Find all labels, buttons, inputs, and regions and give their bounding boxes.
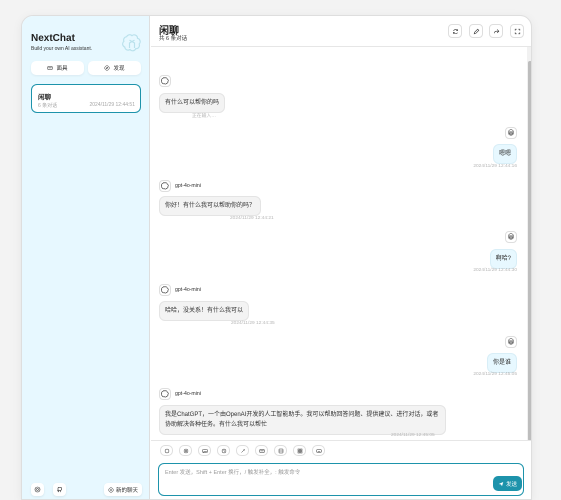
openai-logo-icon (161, 390, 169, 398)
model-name: gpt-4o-mini (175, 287, 201, 293)
chat-input-panel: 发送 (151, 440, 531, 499)
message-bubble: 我是ChatGPT，一个由OpenAI开发的人工智能助手。我可以帮助回答问题、提… (159, 405, 446, 435)
openai-logo-icon (161, 77, 169, 85)
history-icon (221, 448, 226, 453)
fullscreen-button[interactable] (510, 24, 524, 38)
chat-input[interactable] (158, 463, 524, 496)
discover-icon (104, 65, 110, 71)
bot-avatar (159, 75, 171, 87)
openai-logo-icon (122, 34, 141, 52)
image-icon (202, 448, 207, 453)
mask-button-label: 面具 (56, 66, 68, 72)
circle-icon (164, 448, 169, 453)
model-name: gpt-4o-mini (175, 391, 201, 397)
discover-button-label: 发现 (113, 66, 125, 72)
user-avatar: 😀 (505, 127, 517, 139)
chat-list-item[interactable]: 闲聊 6 条对话 2024/11/29 12:44:51 (31, 84, 141, 113)
settings-button[interactable] (31, 483, 44, 496)
new-chat-label: 新的聊天 (115, 487, 138, 494)
app-window: NextChat Build your own AI assistant. 面具… (21, 15, 532, 500)
reload-button[interactable] (448, 24, 462, 38)
user-avatar: 😀 (505, 336, 517, 348)
message-time: 2024/11/29 12:44:21 (230, 216, 274, 221)
share-button[interactable] (489, 24, 503, 38)
clear-icon (278, 448, 283, 453)
app-title: NextChat (31, 33, 75, 44)
chat-item-title: 闲聊 (38, 94, 51, 101)
message-time: 2024/11/29 12:45:05 (391, 433, 435, 438)
prompt-tool-button[interactable] (236, 445, 249, 456)
message-bubble: 有什么可以帮你的吗 (159, 93, 226, 113)
new-chat-button[interactable]: 新的聊天 (104, 483, 142, 496)
message-bubble: 哈哈，没关系！有什么我可以 (159, 301, 250, 321)
chat-item-time: 2024/11/29 12:44:51 (89, 102, 135, 108)
message-time: 2024/11/29 12:44:16 (473, 164, 517, 169)
github-icon (56, 487, 62, 493)
chat-header: 闲聊 共 6 条对话 (151, 16, 531, 47)
message-status: 正在输入… (192, 114, 216, 119)
app-subtitle: Build your own AI assistant. (31, 46, 93, 52)
mask-icon (259, 448, 264, 453)
grid-icon (297, 448, 302, 453)
message-time: 2024/11/29 12:44:30 (473, 268, 517, 273)
message-bubble: 啊哈? (489, 249, 517, 269)
bot-avatar (159, 180, 171, 192)
message-line: 我是ChatGPT，一个由OpenAI开发的人工智能助手。我可以帮助回答问题、提… (165, 412, 439, 418)
prompt-icon (240, 448, 245, 453)
bot-avatar (159, 284, 171, 296)
settings-tool-button[interactable] (179, 445, 192, 456)
send-button-label: 发送 (505, 481, 517, 488)
edit-button[interactable] (469, 24, 483, 38)
image-tool-button[interactable] (198, 445, 211, 456)
message-bubble: 嗯嗯 (492, 144, 517, 164)
chat-subtitle: 共 6 条对话 (159, 36, 188, 42)
fullscreen-icon (514, 28, 520, 34)
keyboard-icon (316, 448, 321, 453)
openai-logo-icon (161, 182, 169, 190)
openai-logo-icon (161, 286, 169, 294)
edit-icon (473, 28, 479, 34)
share-icon (493, 28, 499, 33)
reload-icon (452, 28, 458, 34)
mask-icon (47, 66, 53, 70)
message-time: 2024/11/29 12:44:35 (231, 321, 275, 326)
mask-tool-button[interactable] (255, 445, 268, 456)
message-time: 2024/11/29 12:45:05 (473, 372, 517, 377)
mask-button[interactable]: 面具 (31, 61, 84, 75)
stop-tool-button[interactable] (160, 445, 173, 456)
message-bubble: 你是谁 (486, 353, 517, 373)
model-tool-button[interactable] (293, 445, 306, 456)
bot-avatar (159, 388, 171, 400)
chat-main: 闲聊 共 6 条对话 有什么可以帮你的吗 正在输入… 😀 嗯嗯 2024/11/… (151, 16, 531, 499)
discover-button[interactable]: 发现 (88, 61, 141, 75)
scrollbar-thumb[interactable] (528, 61, 531, 441)
sidebar: NextChat Build your own AI assistant. 面具… (22, 16, 150, 499)
user-avatar: 😀 (505, 231, 517, 243)
plus-icon (108, 487, 114, 492)
model-name: gpt-4o-mini (175, 183, 201, 189)
chat-item-count: 6 条对话 (38, 103, 58, 109)
history-tool-button[interactable] (217, 445, 230, 456)
github-button[interactable] (53, 483, 66, 496)
send-icon (498, 481, 504, 486)
message-bubble: 你好！有什么我可以帮助你的吗？ (159, 196, 262, 216)
clear-tool-button[interactable] (274, 445, 287, 456)
settings-icon (34, 486, 41, 493)
send-button[interactable]: 发送 (493, 476, 522, 491)
message-list: 有什么可以帮你的吗 正在输入… 😀 嗯嗯 2024/11/29 12:44:16… (151, 47, 527, 440)
message-line: 协助解决各种任务。有什么我可以帮忙 (165, 422, 268, 428)
settings-icon (183, 448, 188, 453)
shortcut-tool-button[interactable] (312, 445, 325, 456)
